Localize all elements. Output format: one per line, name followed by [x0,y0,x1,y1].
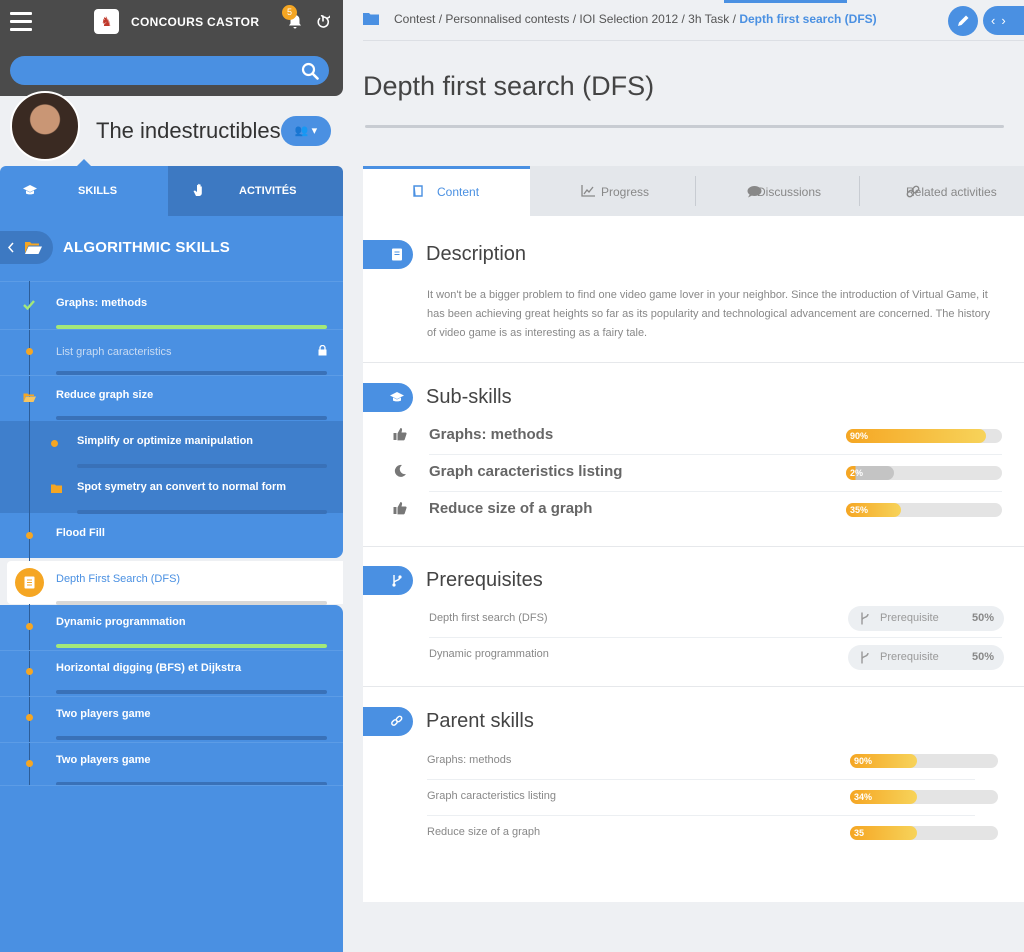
prerequisites-title: Prerequisites [426,569,543,591]
hand-icon [193,183,202,196]
prerequisite-badge: Prerequisite 50% [848,645,1004,670]
open-folder-icon [23,393,36,402]
sidebar: ♞ CONCOURS CASTOR 5 The indestructibles … [0,0,343,952]
tab-activities[interactable]: ACTIVITÉS [168,166,343,216]
book-icon [413,185,423,197]
chevron-left-icon [7,242,14,253]
subskills-section-icon [363,383,413,412]
folder-icon [363,13,379,25]
team-menu-button[interactable]: 👥 ▾ [281,116,331,146]
tab-progress[interactable]: Progress [530,166,696,216]
description-section-icon [363,240,413,269]
open-folder-icon [25,242,42,254]
menu-icon[interactable] [10,12,32,32]
team-name: The indestructibles [96,118,281,143]
notification-badge: 5 [282,5,297,20]
breadcrumb-current: Depth first search (DFS) [739,12,877,26]
branch-icon [861,651,869,664]
parent-skill-row[interactable]: Reduce size of a graph 35 [363,816,1024,852]
prerequisite-row[interactable]: Depth first search (DFS) Prerequisite 50… [363,602,1024,638]
graduation-cap-icon [23,185,37,195]
skill-item-flood-fill[interactable]: Flood Fill [0,513,343,559]
tab-content[interactable]: Content [363,166,530,216]
page-title: Depth first search (DFS) [363,71,655,101]
brand-name: CONCOURS CASTOR [131,15,260,29]
folder-icon [51,484,62,493]
skill-item-simplify[interactable]: Simplify or optimize manipulation [0,421,343,468]
top-bar: ♞ CONCOURS CASTOR 5 [0,0,343,96]
power-icon[interactable] [316,15,330,29]
breadcrumb: Contest / Personnalised contests / IOI S… [394,12,877,26]
subskill-progress-bar: 2% [846,466,1002,480]
skill-item-label: Depth First Search (DFS) [56,573,181,585]
prev-next-button[interactable]: ‹› [983,6,1024,35]
prerequisites-section-icon [363,566,413,595]
skill-item-two-players-1[interactable]: Two players game [0,697,343,743]
logo: ♞ [94,9,119,34]
parent-skill-progress-bar: 34% [850,790,998,804]
skill-tree-header: ALGORITHMIC SKILLS [0,231,343,264]
prerequisite-badge: Prerequisite 50% [848,606,1004,631]
subskill-row[interactable]: Reduce size of a graph 35% [363,492,1024,529]
back-button[interactable] [0,231,53,264]
skill-item-graphs-methods[interactable]: Graphs: methods [0,281,343,329]
pencil-icon [958,15,969,26]
skill-item-spot-symetry[interactable]: Spot symetry an convert to normal form [0,467,343,514]
parent-skill-row[interactable]: Graph caracteristics listing 34% [363,780,1024,816]
main-content: Contest / Personnalised contests / IOI S… [343,0,1024,952]
skill-item-two-players-2[interactable]: Two players game [0,743,343,789]
branch-icon [392,575,402,587]
skill-item-dynamic[interactable]: Dynamic programmation [0,605,343,651]
tab-discussions[interactable]: Discussions [696,166,860,216]
book-icon [392,248,402,261]
graduation-cap-icon [390,392,404,402]
document-icon [15,568,44,597]
skill-item-bfs[interactable]: Horizontal digging (BFS) et Dijkstra [0,651,343,697]
description-title: Description [426,243,527,265]
thumbs-up-icon [393,502,407,515]
moon-icon [394,464,406,477]
link-icon [391,715,403,726]
subskill-progress-bar: 35% [846,503,1002,517]
prerequisite-row[interactable]: Dynamic programmation Prerequisite 50% [363,638,1024,674]
breadcrumb-path[interactable]: Contest / Personnalised contests / IOI S… [394,12,739,26]
chart-icon [581,185,595,197]
thumbs-up-icon [393,428,407,441]
subskill-progress-bar: 90% [846,429,1002,443]
search-input[interactable] [10,56,280,85]
skill-item-list-graph[interactable]: List graph caracteristics [0,329,343,375]
avatar[interactable] [10,91,80,161]
branch-icon [861,612,869,625]
subskill-row[interactable]: Graphs: methods 90% [363,418,1024,455]
edit-button[interactable] [948,6,978,36]
lock-icon [318,345,327,356]
skill-tree-title: ALGORITHMIC SKILLS [63,239,230,256]
skill-item-reduce-graph[interactable]: Reduce graph size [0,375,343,421]
search-icon[interactable] [301,62,319,80]
tab-related-activities[interactable]: Related activities [860,166,1024,216]
content-card: Description It won't be a bigger problem… [363,216,1024,902]
subskill-row[interactable]: Graph caracteristics listing 2% [363,455,1024,492]
content-tabs: Content Progress Discussions Related act… [363,166,1024,216]
subskills-title: Sub-skills [426,386,512,408]
check-icon [23,300,35,310]
tab-skills[interactable]: SKILLS [0,159,168,216]
parent-skill-row[interactable]: Graphs: methods 90% [363,744,1024,780]
parent-skill-progress-bar: 90% [850,754,998,768]
parent-skill-progress-bar: 35 [850,826,998,840]
search-bar [10,56,329,85]
parent-skills-section-icon [363,707,413,736]
parent-skills-title: Parent skills [426,710,534,732]
description-text: It won't be a bigger problem to find one… [427,289,990,339]
